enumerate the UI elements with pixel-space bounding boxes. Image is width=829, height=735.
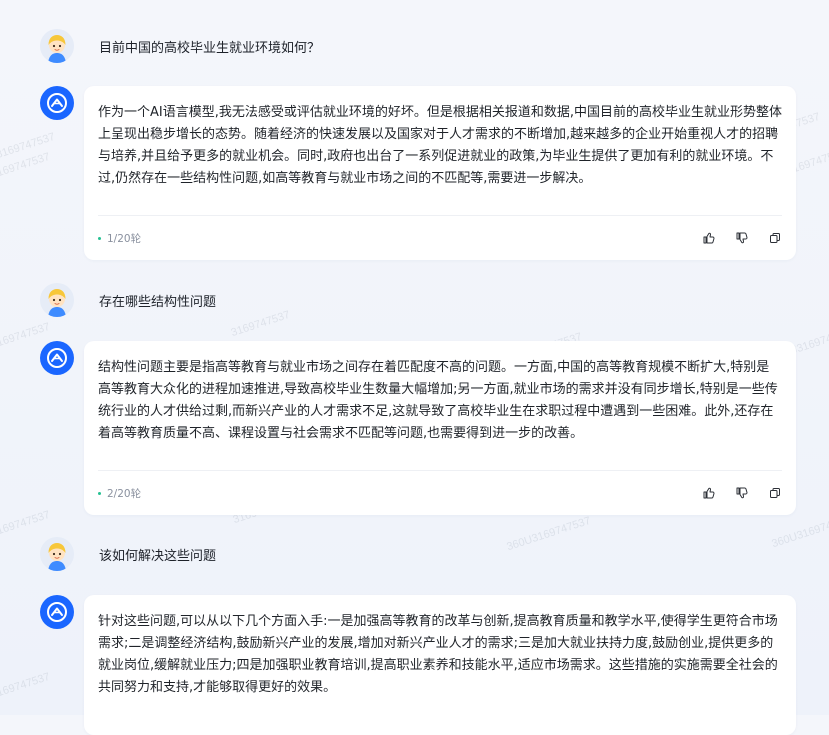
answer-footer: 2/20轮 [98, 470, 782, 515]
answer-actions [702, 486, 782, 500]
thumbs-up-icon[interactable] [702, 231, 716, 245]
round-text: 1/20轮 [107, 232, 142, 245]
ai-answer-card: 结构性问题主要是指高等教育与就业市场之间存在着匹配度不高的问题。一方面,中国的高… [84, 341, 796, 515]
thumbs-down-icon[interactable] [735, 231, 749, 245]
ai-answer-text: 结构性问题主要是指高等教育与就业市场之间存在着匹配度不高的问题。一方面,中国的高… [98, 360, 778, 441]
user-message: 存在哪些结构性问题 [40, 283, 216, 317]
watermark: 360U3169747537 [505, 514, 593, 554]
ai-answer-text: 作为一个AI语言模型,我无法感受或评估就业环境的好坏。但是根据相关报道和数据,中… [98, 105, 782, 186]
ai-avatar [40, 595, 74, 629]
watermark: 3169747537 [0, 670, 52, 702]
ai-answer-card: 作为一个AI语言模型,我无法感受或评估就业环境的好坏。但是根据相关报道和数据,中… [84, 86, 796, 260]
status-dot [98, 236, 101, 240]
round-text: 2/20轮 [107, 487, 142, 500]
ai-avatar [40, 86, 74, 120]
watermark: 360U3169747537 [770, 511, 829, 551]
user-message: 该如何解决这些问题 [40, 537, 216, 571]
watermark: 3169747537 [0, 150, 52, 182]
user-question: 目前中国的高校毕业生就业环境如何？ [99, 40, 321, 56]
round-counter: 1/20轮 [98, 231, 141, 246]
copy-icon[interactable] [768, 231, 782, 245]
ai-answer-text: 针对这些问题,可以从以下几个方面入手:一是加强高等教育的改革与创新,提高教育质量… [98, 614, 778, 695]
watermark: 3169747537 [0, 130, 57, 162]
round-counter: 2/20轮 [98, 486, 141, 501]
user-avatar [40, 537, 74, 571]
ai-avatar [40, 341, 74, 375]
watermark: 3169747537 [229, 308, 292, 340]
thumbs-up-icon[interactable] [702, 486, 716, 500]
user-question: 该如何解决这些问题 [99, 548, 217, 564]
answer-actions [702, 231, 782, 245]
user-avatar [40, 283, 74, 317]
user-avatar [40, 29, 74, 63]
user-question: 存在哪些结构性问题 [99, 294, 217, 310]
answer-footer: 1/20轮 [98, 215, 782, 260]
copy-icon[interactable] [768, 486, 782, 500]
user-message: 目前中国的高校毕业生就业环境如何？ [40, 29, 320, 63]
status-dot [98, 491, 101, 495]
thumbs-down-icon[interactable] [735, 486, 749, 500]
watermark: 3169747537 [0, 508, 52, 540]
ai-answer-card: 针对这些问题,可以从以下几个方面入手:一是加强高等教育的改革与创新,提高教育质量… [84, 595, 796, 735]
